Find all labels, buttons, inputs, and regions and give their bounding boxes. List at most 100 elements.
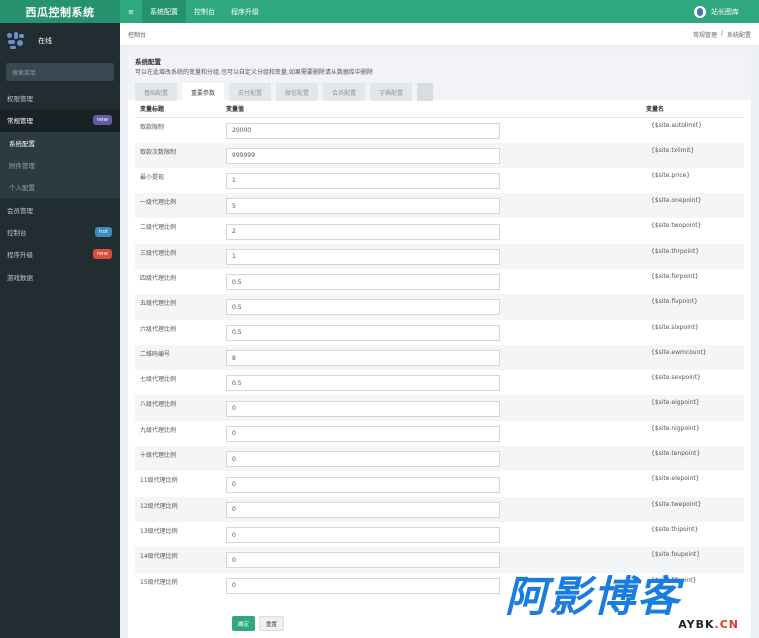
sidebar-item-label: 控制台	[7, 228, 27, 237]
breadcrumb-link-general[interactable]: 常规管理	[693, 30, 717, 39]
sidebar-item-permissions[interactable]: 权限管理	[0, 87, 120, 109]
tab-dictionary[interactable]: 字典配置	[370, 83, 413, 101]
reset-button[interactable]: 重置	[259, 616, 285, 631]
table-row: 11级代理比例 0 {$site.elepoint}	[135, 471, 744, 496]
sidebar-item-dashboard[interactable]: 控制台 hot	[0, 221, 120, 243]
panel-description: 可以在此增改系统的变量和分组,也可以自定义分组和变量,如果需要删除请从数据库中删…	[135, 69, 373, 76]
row-variable-name: {$site.eigpoint}	[646, 395, 744, 421]
row-variable-name: {$site.onepoint}	[646, 193, 744, 219]
row-variable-name: {$site.ewmcount}	[646, 344, 744, 371]
topnav-item-system-config[interactable]: 系统配置	[142, 0, 186, 23]
sidebar-item-label: 系统配置	[9, 139, 35, 148]
row-variable-name: {$site.sevpoint}	[651, 374, 701, 382]
value-input[interactable]: 999999	[226, 147, 500, 164]
value-input[interactable]: 1	[226, 172, 500, 189]
tab-payment[interactable]: 支付配置	[229, 83, 272, 101]
tab-basic[interactable]: 基础配置	[135, 83, 178, 101]
row-title: 九级代理比例	[140, 426, 177, 434]
row-title: 11级代理比例	[140, 477, 178, 485]
value-input[interactable]: 0	[226, 577, 500, 594]
row-variable-name: {$site.twepoint}	[646, 496, 744, 522]
breadcrumb-bar: 控制台 常规管理 / 系统配置	[120, 23, 759, 46]
config-tabs: 基础配置 重要参数 支付配置 微信配置 会员配置 字典配置	[135, 83, 744, 101]
sidebar-item-attachments[interactable]: 附件管理	[0, 153, 120, 177]
column-header-name: 变量名	[646, 100, 744, 118]
table-row: 十级代理比例 0 {$site.tenpoint}	[135, 446, 744, 472]
row-value-cell: 0	[226, 522, 646, 547]
value-input[interactable]: 0	[226, 451, 500, 468]
sidebar-item-label: 权限管理	[7, 95, 33, 104]
row-value-cell: 0.5	[226, 269, 646, 294]
row-title: 七级代理比例	[140, 376, 177, 384]
value-input[interactable]: 0	[226, 476, 500, 493]
row-title: 14级代理比例	[135, 547, 226, 573]
table-row: 六级代理比例 0.5 {$site.sixpoint}	[135, 320, 744, 345]
table-row: 13级代理比例 0 {$site.thipoint}	[135, 522, 744, 547]
table-row: 最小提现 1 {$site.price}	[135, 168, 744, 193]
table-row: 一级代理比例 5 {$site.onepoint}	[135, 193, 744, 219]
value-input[interactable]: 0.5	[226, 299, 500, 316]
sidebar-item-upgrade[interactable]: 程序升级 new	[0, 243, 120, 265]
app-logo-title[interactable]: 西瓜控制系统	[0, 0, 120, 23]
row-value-cell: 1	[226, 168, 646, 193]
sidebar-item-label: 常规管理	[7, 117, 33, 126]
row-title: 13级代理比例	[140, 527, 178, 535]
online-status: 在线	[38, 37, 52, 45]
value-input[interactable]: 0	[226, 501, 500, 518]
menu-toggle-icon[interactable]: ≡	[120, 8, 142, 16]
row-value-cell: 2	[226, 218, 646, 243]
tab-add[interactable]	[417, 83, 434, 101]
user-name[interactable]: 站长图库	[711, 7, 739, 17]
sidebar-item-game-data[interactable]: 游戏数据	[0, 265, 120, 287]
user-avatar[interactable]	[694, 5, 706, 18]
badge-hot: hot	[94, 226, 112, 237]
config-panel-header: 系统配置 可以在此增改系统的变量和分组,也可以自定义分组和变量,如果需要删除请从…	[128, 49, 751, 101]
tab-member[interactable]: 会员配置	[323, 83, 366, 101]
row-title: 八级代理比例	[135, 395, 226, 421]
row-variable-name: {$site.foupoint}	[646, 547, 744, 573]
value-input[interactable]: 0.5	[226, 375, 500, 392]
value-input[interactable]: 2	[226, 223, 500, 240]
config-panel: 系统配置 可以在此增改系统的变量和分组,也可以自定义分组和变量,如果需要删除请从…	[128, 49, 751, 638]
row-value-cell: 0	[226, 547, 646, 573]
row-variable-name: {$site.sixpoint}	[651, 323, 699, 331]
row-variable-name: {$site.price}	[651, 171, 691, 179]
value-input[interactable]: 0.5	[226, 274, 500, 291]
topnav-item-dashboard[interactable]: 控制台	[186, 0, 223, 23]
confirm-button[interactable]: 确定	[232, 616, 256, 631]
badge-new: new	[92, 249, 112, 260]
row-value-cell: 0	[226, 446, 646, 472]
sidebar-item-profile[interactable]: 个人配置	[0, 176, 120, 199]
value-input[interactable]: 0.5	[226, 324, 500, 341]
value-input[interactable]: 0	[226, 425, 500, 442]
value-input[interactable]: 5	[226, 198, 500, 215]
row-variable-name: {$site.twopoint}	[651, 222, 702, 230]
value-input[interactable]: 0	[226, 527, 500, 544]
value-input[interactable]: 0	[226, 552, 500, 569]
panel-logo-icon	[6, 31, 26, 51]
row-title: 取款次数限制	[135, 142, 226, 168]
sidebar-item-general[interactable]: 常规管理 new	[0, 109, 120, 132]
row-title: 三级代理比例	[135, 243, 226, 269]
sidebar-search-input[interactable]: 搜索菜单	[6, 63, 114, 81]
tab-wechat[interactable]: 微信配置	[276, 83, 319, 101]
row-value-cell: 5	[226, 193, 646, 219]
sidebar-item-system-config[interactable]: 系统配置	[0, 131, 120, 154]
table-row: 九级代理比例 0 {$site.nigpoint}	[135, 421, 744, 446]
value-input[interactable]: 0	[226, 400, 500, 417]
sidebar-item-members[interactable]: 会员管理	[0, 198, 120, 220]
table-row: 三级代理比例 1 {$site.thrpoint}	[135, 243, 744, 269]
table-row: 取款次数限制 999999 {$site.txlimit}	[135, 142, 744, 168]
row-title: 四级代理比例	[140, 274, 177, 282]
user-menu[interactable]: 站长图库	[694, 5, 759, 18]
topnav-item-upgrade[interactable]: 程序升级	[223, 0, 267, 23]
value-input[interactable]: 8	[226, 350, 500, 367]
column-header-title: 变量标题	[135, 100, 226, 118]
tab-important[interactable]: 重要参数	[182, 83, 225, 101]
panel-title: 系统配置	[135, 58, 161, 66]
row-value-cell: 0	[226, 395, 646, 421]
value-input[interactable]: 1	[226, 248, 500, 265]
row-title: 二级代理比例	[140, 224, 177, 232]
value-input[interactable]: 20000	[226, 122, 500, 139]
row-variable-name: {$site.thipoint}	[651, 525, 699, 533]
